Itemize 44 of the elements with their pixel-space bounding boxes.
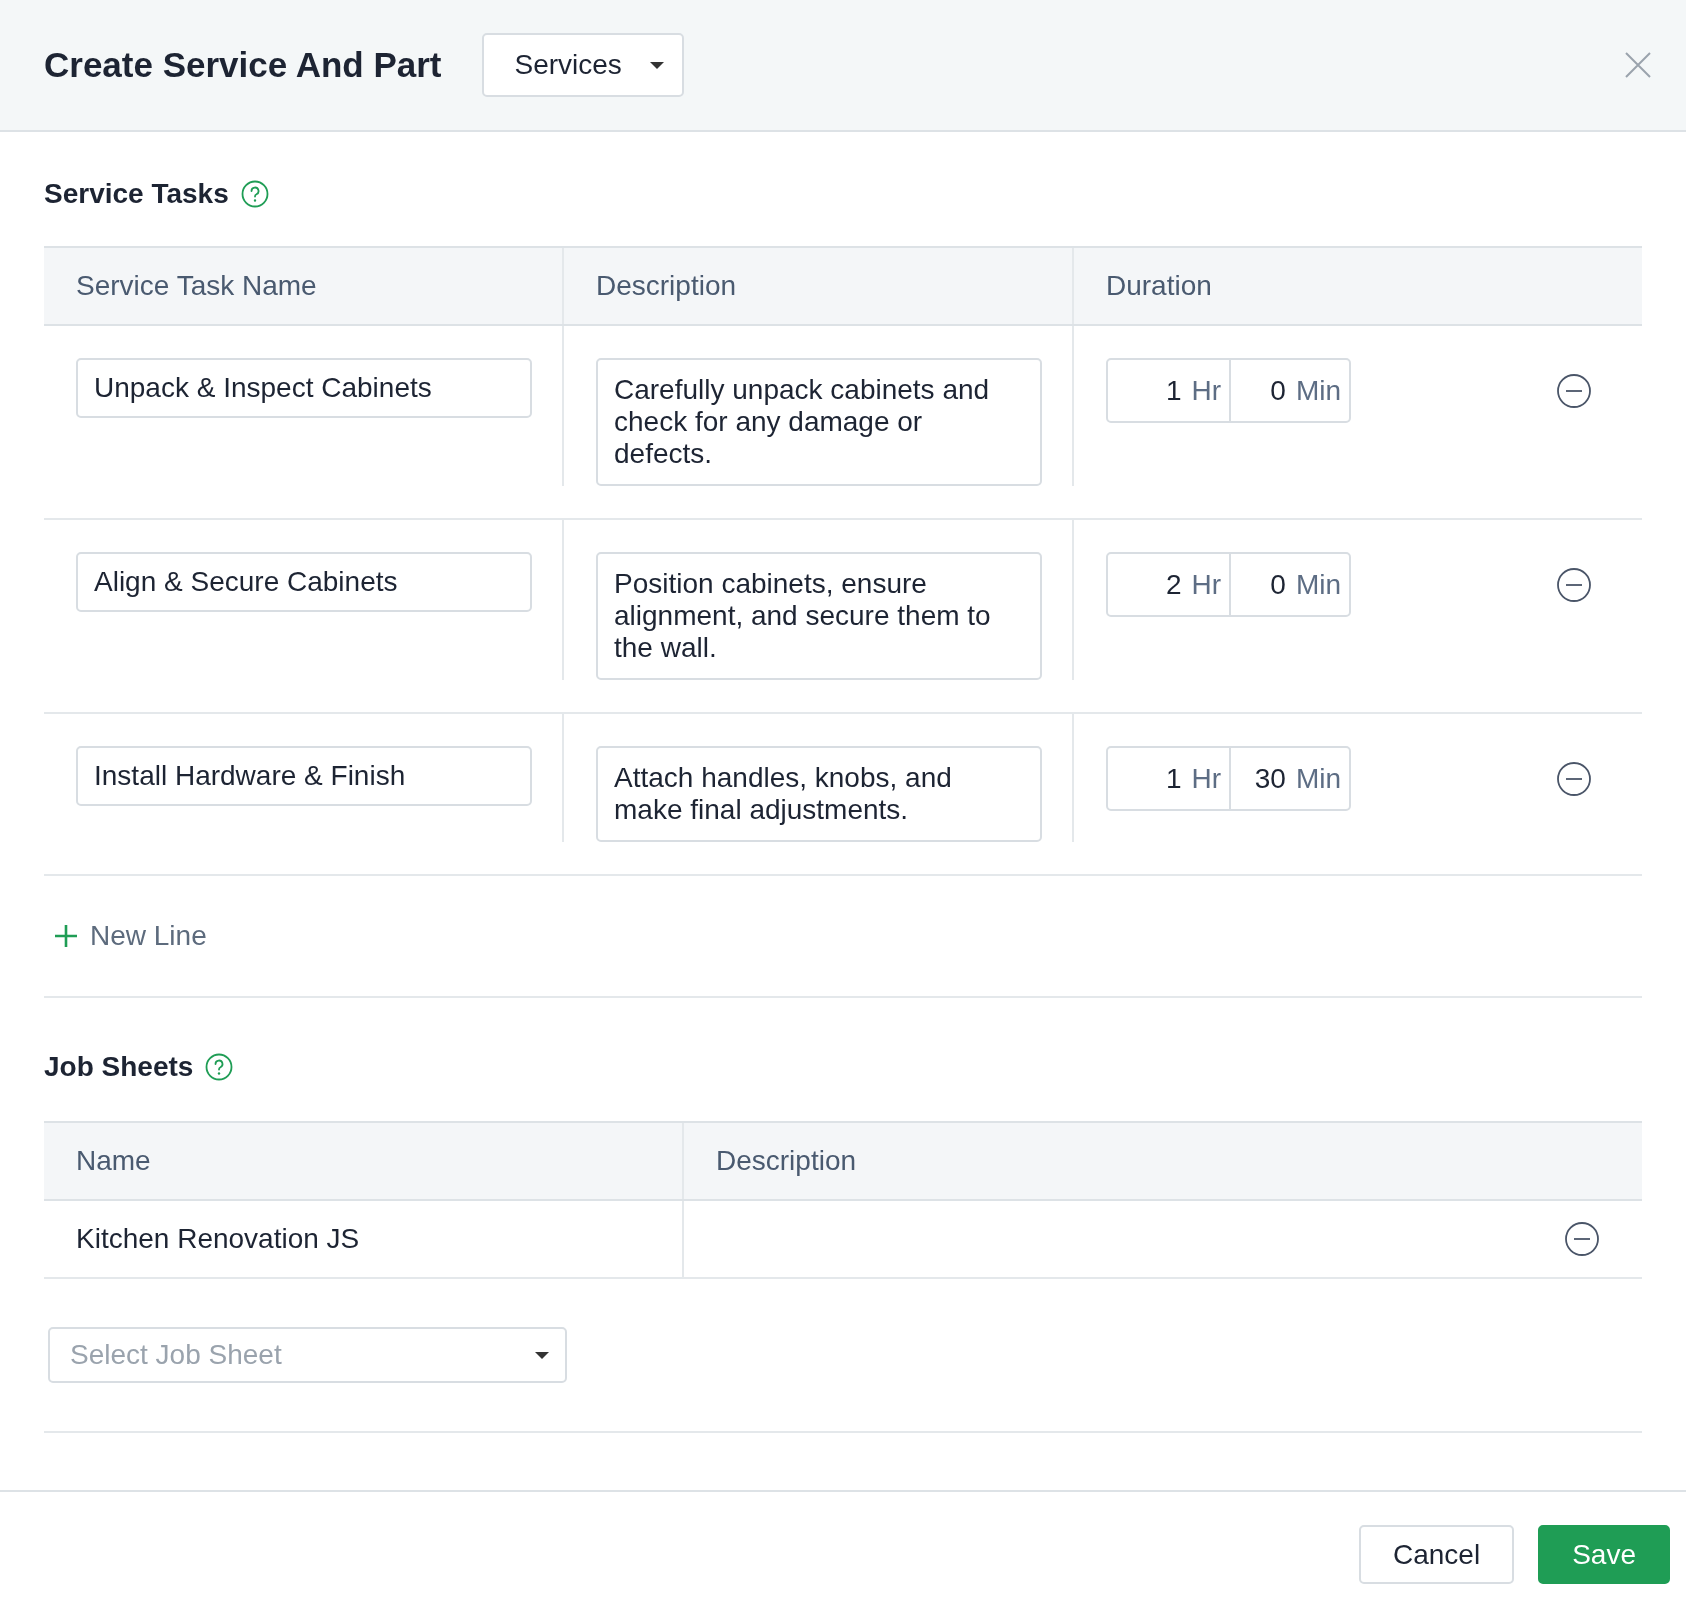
type-dropdown[interactable]: Services xyxy=(481,33,684,97)
caret-icon xyxy=(535,1351,549,1359)
task-name-field[interactable]: Unpack & Inspect Cabinets xyxy=(76,358,532,418)
dialog-title: Create Service And Part xyxy=(44,45,442,85)
close-icon xyxy=(1624,51,1652,79)
remove-icon xyxy=(1556,761,1592,797)
unit-label: Hr xyxy=(1191,762,1221,795)
description-field[interactable]: Carefully unpack cabinets and check for any damage or defects. xyxy=(596,358,1042,486)
unit-label: Min xyxy=(1295,762,1341,795)
help-icon xyxy=(205,1053,234,1081)
column-header: Description xyxy=(715,1144,858,1178)
task-name-field[interactable]: Align & Secure Cabinets xyxy=(76,552,532,612)
table-cell: Kitchen Renovation JS xyxy=(76,1223,360,1255)
column-header: Description xyxy=(564,248,1074,324)
column-header: Name xyxy=(44,1123,684,1199)
help-icon xyxy=(240,180,269,208)
minutes-field[interactable]: 0 xyxy=(1270,374,1286,407)
description-field[interactable]: Position cabinets, ensure alignment, and secure them to the wall. xyxy=(596,552,1042,680)
column-header: Duration xyxy=(1105,269,1213,303)
plus-icon xyxy=(54,924,78,948)
unit-label: Min xyxy=(1295,568,1341,601)
unit-label: Hr xyxy=(1191,374,1221,407)
section-title: Job Sheets xyxy=(44,1051,194,1083)
hours-field[interactable]: 1 xyxy=(1165,374,1182,407)
remove-icon xyxy=(1556,373,1592,409)
remove-icon xyxy=(1556,567,1592,603)
unit-label: Hr xyxy=(1191,568,1221,601)
new-line-button[interactable]: New Line xyxy=(54,920,207,952)
remove-button[interactable] xyxy=(1564,1221,1600,1257)
remove-button[interactable] xyxy=(1556,567,1592,603)
minutes-field[interactable]: 0 xyxy=(1270,568,1286,601)
section-title: Service Tasks xyxy=(44,178,229,210)
task-name-field[interactable]: Install Hardware & Finish xyxy=(76,746,532,806)
cancel-button[interactable]: Cancel xyxy=(1359,1525,1515,1584)
unit-label: Min xyxy=(1295,374,1341,407)
remove-button[interactable] xyxy=(1556,761,1592,797)
hours-field[interactable]: 1 xyxy=(1165,762,1182,795)
description-field[interactable]: Attach handles, knobs, and make final adjustments. xyxy=(596,746,1042,842)
hours-field[interactable]: 2 xyxy=(1165,568,1182,601)
remove-button[interactable] xyxy=(1556,373,1592,409)
column-header: Service Task Name xyxy=(44,248,564,324)
caret-icon xyxy=(649,61,664,69)
remove-icon xyxy=(1564,1221,1600,1257)
minutes-field[interactable]: 30 xyxy=(1254,762,1286,795)
